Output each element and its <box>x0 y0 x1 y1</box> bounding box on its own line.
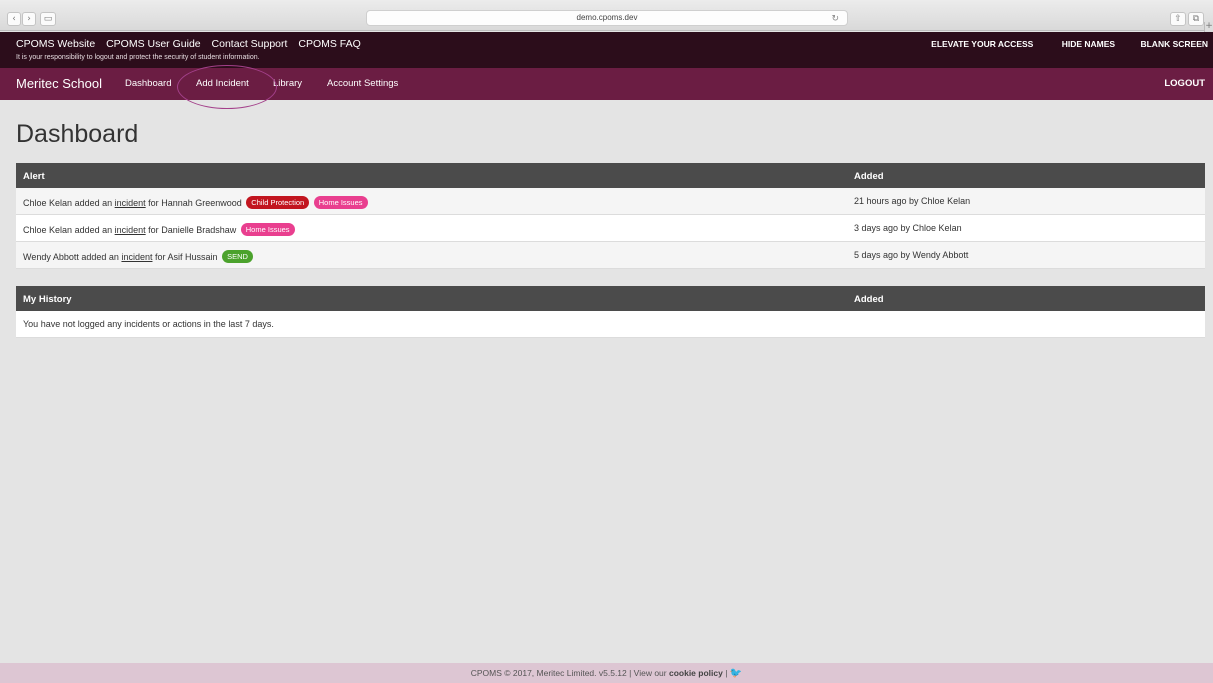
link-cpoms-faq[interactable]: CPOMS FAQ <box>298 38 360 50</box>
alert-verb: added an <box>81 252 119 262</box>
browser-toolbar: ‹ › ▭ demo.cpoms.dev ↻ ⇧ ⧉ + <box>0 0 1213 32</box>
back-button[interactable]: ‹ <box>7 12 21 26</box>
new-tab-button[interactable]: + <box>1204 22 1213 32</box>
table-row: Wendy Abbott added an incident for Asif … <box>16 242 1205 269</box>
category-badge: Home Issues <box>313 196 368 209</box>
url-text: demo.cpoms.dev <box>576 13 638 22</box>
user-name: Chloe Kelan <box>23 225 73 235</box>
show-tabs-button[interactable]: ⧉ <box>1188 12 1204 26</box>
alerts-table: Alert Added Chloe Kelan added an inciden… <box>16 163 1205 269</box>
added-text: 21 hours ago by Chloe Kelan <box>854 196 971 206</box>
nav-library[interactable]: Library <box>273 78 302 89</box>
alert-verb: added an <box>74 225 113 235</box>
sidebar-toggle-button[interactable]: ▭ <box>40 12 56 26</box>
footer-separator: | <box>725 668 728 678</box>
table-header: My History Added <box>16 286 1205 311</box>
history-table: My History Added You have not logged any… <box>16 286 1205 338</box>
footer-text: CPOMS © 2017, Meritec Limited. v5.5.12 |… <box>470 668 667 678</box>
page-title: Dashboard <box>16 120 139 148</box>
user-name: Chloe Kelan <box>23 198 73 208</box>
share-button[interactable]: ⇧ <box>1170 12 1186 26</box>
nav-add-incident[interactable]: Add Incident <box>196 78 249 89</box>
address-bar[interactable]: demo.cpoms.dev ↻ <box>366 10 848 26</box>
reload-icon[interactable]: ↻ <box>831 12 839 26</box>
link-contact-support[interactable]: Contact Support <box>212 38 288 50</box>
table-row: Chloe Kelan added an incident for Hannah… <box>16 188 1205 215</box>
column-header-added: Added <box>854 171 884 182</box>
table-header: Alert Added <box>16 163 1205 188</box>
alert-for: for <box>155 252 166 262</box>
category-badge: Home Issues <box>240 223 295 236</box>
top-links: CPOMS Website CPOMS User Guide Contact S… <box>16 38 369 50</box>
alert-verb: added an <box>74 198 113 208</box>
logout-button[interactable]: LOGOUT <box>1164 78 1205 89</box>
cookie-policy-link[interactable]: cookie policy <box>669 668 723 678</box>
alert-text: Chloe Kelan added an incident for Daniel… <box>23 223 295 236</box>
table-row: Chloe Kelan added an incident for Daniel… <box>16 215 1205 242</box>
school-name[interactable]: Meritec School <box>16 76 102 91</box>
empty-history-message: You have not logged any incidents or act… <box>23 319 274 329</box>
incident-link[interactable]: incident <box>121 252 152 262</box>
link-cpoms-website[interactable]: CPOMS Website <box>16 38 95 50</box>
category-badge: Child Protection <box>246 196 310 209</box>
table-row: You have not logged any incidents or act… <box>16 311 1205 338</box>
footer: CPOMS © 2017, Meritec Limited. v5.5.12 |… <box>0 663 1213 683</box>
column-header-alert: Alert <box>23 171 45 182</box>
top-utility-bar: CPOMS Website CPOMS User Guide Contact S… <box>0 32 1213 68</box>
nav-account-settings[interactable]: Account Settings <box>327 78 398 89</box>
added-text: 3 days ago by Chloe Kelan <box>854 223 962 233</box>
incident-link[interactable]: incident <box>115 198 146 208</box>
column-header-added: Added <box>854 294 884 305</box>
link-cpoms-user-guide[interactable]: CPOMS User Guide <box>106 38 201 50</box>
alert-text: Chloe Kelan added an incident for Hannah… <box>23 196 368 209</box>
alert-for: for <box>148 198 159 208</box>
alert-for: for <box>148 225 159 235</box>
forward-button[interactable]: › <box>22 12 36 26</box>
blank-screen-button[interactable]: BLANK SCREEN <box>1140 39 1208 49</box>
top-right-actions: ELEVATE YOUR ACCESS HIDE NAMES BLANK SCR… <box>931 39 1213 49</box>
student-name: Asif Hussain <box>167 252 218 262</box>
category-badge: SEND <box>222 250 253 263</box>
added-text: 5 days ago by Wendy Abbott <box>854 250 969 260</box>
nav-dashboard[interactable]: Dashboard <box>125 78 171 89</box>
student-name: Hannah Greenwood <box>161 198 242 208</box>
elevate-access-button[interactable]: ELEVATE YOUR ACCESS <box>931 39 1033 49</box>
hide-names-button[interactable]: HIDE NAMES <box>1062 39 1115 49</box>
alert-text: Wendy Abbott added an incident for Asif … <box>23 250 253 263</box>
security-notice: It is your responsibility to logout and … <box>16 54 260 61</box>
incident-link[interactable]: incident <box>115 225 146 235</box>
user-name: Wendy Abbott <box>23 252 79 262</box>
student-name: Danielle Bradshaw <box>161 225 237 235</box>
twitter-icon[interactable]: 🐦 <box>730 664 742 683</box>
main-navigation: Meritec School Dashboard Add Incident Li… <box>0 68 1213 100</box>
column-header-my-history: My History <box>23 294 72 305</box>
